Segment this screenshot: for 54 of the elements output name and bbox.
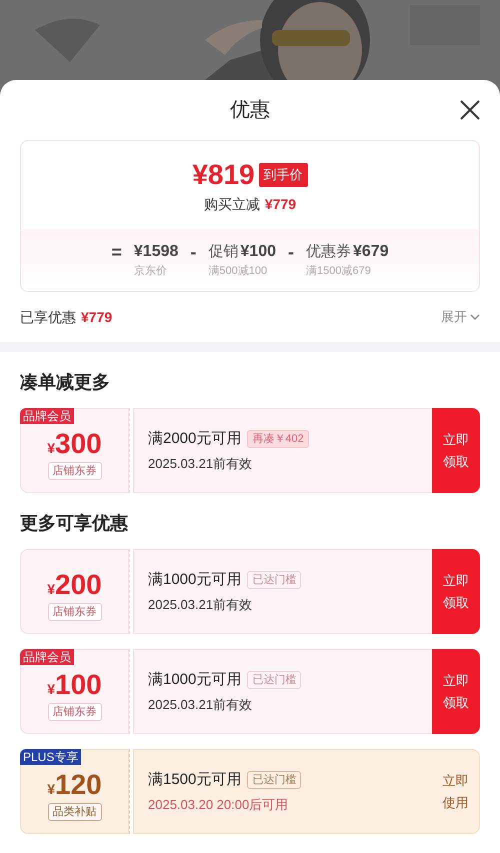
coupon-amount: 200 — [55, 570, 102, 600]
close-icon[interactable] — [460, 100, 480, 120]
price-tag: 到手价 — [258, 163, 308, 187]
summary-label: 已享优惠 — [20, 308, 76, 326]
section-title: 更多可享优惠 — [20, 512, 128, 535]
coupon-type-label: 店铺东券 — [48, 462, 102, 480]
term-amount: ¥100 — [240, 242, 276, 262]
coupon-condition: 满1000元可用 — [148, 570, 242, 590]
coupon-amount: 120 — [55, 770, 102, 800]
minus-sign: - — [288, 241, 294, 263]
coupon-amount: 100 — [55, 670, 102, 700]
coupon-amount: 300 — [55, 428, 102, 459]
coupon-tag: PLUS专享 — [20, 749, 82, 765]
coupon-condition: 满1500元可用 — [148, 770, 242, 790]
claim-button[interactable]: 立即领取 — [432, 649, 480, 734]
final-price: ¥819 — [192, 161, 255, 189]
coupon-validity: 2025.03.21前有效 — [148, 596, 254, 614]
coupon-type-label: 店铺东券 — [48, 602, 102, 622]
coupon-tag: 品牌会员 — [20, 649, 74, 665]
term-note: 京东价 — [134, 264, 168, 279]
currency-sign: ¥ — [47, 680, 56, 699]
coupon-tag: 品牌会员 — [20, 408, 74, 424]
coupon-badge: 再凑￥402 — [247, 430, 309, 448]
currency-sign: ¥ — [47, 580, 56, 599]
minus-sign: - — [190, 241, 196, 263]
claim-button[interactable]: 立即领取 — [432, 408, 480, 493]
coupon-badge: 已达门槛 — [247, 570, 302, 589]
discount-label: 购买立减 — [204, 195, 260, 214]
coupon-validity: 2025.03.21前有效 — [148, 455, 254, 473]
term-label: 优惠券 — [306, 242, 351, 262]
coupon-badge: 已达门槛 — [247, 670, 302, 689]
coupon-condition: 满1000元可用 — [148, 670, 242, 690]
chevron-down-icon — [470, 314, 480, 320]
sheet-title: 优惠 — [230, 98, 270, 123]
coupon-type-label: 品类补贴 — [48, 802, 102, 822]
claim-button[interactable]: 立即使用 — [432, 749, 480, 834]
term-amount: ¥679 — [353, 242, 389, 262]
term-note: 满500减100 — [208, 264, 268, 279]
section-title: 凑单减更多 — [20, 371, 110, 394]
coupon-type-label: 店铺东券 — [48, 702, 102, 722]
currency-sign: ¥ — [47, 438, 56, 458]
currency-sign: ¥ — [47, 780, 56, 799]
coupon-badge: 已达门槛 — [247, 770, 302, 789]
coupon-validity: 2025.03.21前有效 — [148, 696, 254, 714]
term-note: 满1500减679 — [306, 264, 372, 279]
claim-button[interactable]: 立即领取 — [432, 549, 480, 634]
expand-toggle[interactable]: 展开 — [441, 307, 480, 327]
term-amount: ¥1598 — [134, 242, 178, 262]
term-label: 促销 — [208, 242, 238, 262]
coupon-condition: 满2000元可用 — [148, 428, 242, 448]
coupon-validity: 2025.03.20 20:00后可用 — [148, 796, 290, 814]
equals-sign: = — [111, 241, 122, 263]
discount-amount: ¥779 — [264, 195, 296, 214]
summary-amount: ¥779 — [81, 308, 112, 326]
